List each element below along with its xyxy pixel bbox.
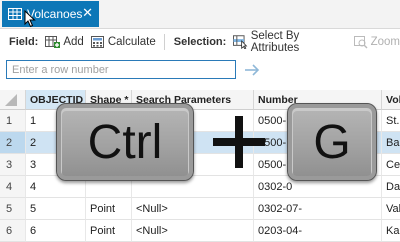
selection-label: Selection: <box>173 36 227 48</box>
volcano-cell[interactable]: Cer <box>382 154 400 176</box>
field-label: Field: <box>9 36 39 48</box>
search-parameters-cell[interactable]: <Null> <box>132 220 254 242</box>
volcano-cell[interactable]: Bal <box>382 132 400 154</box>
calculator-icon <box>90 35 104 48</box>
tab-strip: Volcanoes ✕ <box>0 0 400 29</box>
go-to-row-bar <box>0 58 400 82</box>
select-by-attributes-icon <box>233 35 248 49</box>
volcano-cell[interactable]: Kar <box>382 220 400 242</box>
zoom-to-selection-button[interactable]: Zoom <box>353 35 400 49</box>
plus-icon <box>213 116 265 168</box>
column-header-volcano[interactable]: Vol <box>382 90 400 110</box>
g-keycap: G <box>287 103 377 181</box>
objectid-cell[interactable]: 6 <box>26 220 86 242</box>
calculate-button[interactable]: Calculate <box>90 35 156 49</box>
select-by-attributes-button[interactable]: Select By Attributes <box>233 30 346 54</box>
volcano-cell[interactable]: St. <box>382 110 400 132</box>
row-number-input[interactable] <box>6 60 236 79</box>
shape-cell[interactable]: Point <box>86 220 132 242</box>
calculate-label: Calculate <box>107 36 156 48</box>
ctrl-keycap: Ctrl <box>56 103 194 181</box>
number-cell[interactable]: 0302-07- <box>254 198 382 220</box>
table-icon <box>8 8 22 20</box>
zoom-icon <box>353 35 368 48</box>
arrow-right-icon[interactable] <box>244 63 260 77</box>
row-header-corner[interactable] <box>0 90 26 110</box>
table-row[interactable]: 5 5 Point <Null> 0302-07- Vak <box>0 198 400 220</box>
ctrl-key-label: Ctrl <box>87 115 163 169</box>
volcano-cell[interactable]: Vak <box>382 198 400 220</box>
tab-volcanoes[interactable]: Volcanoes ✕ <box>2 1 99 27</box>
add-field-icon <box>45 35 61 48</box>
close-icon[interactable]: ✕ <box>82 6 93 20</box>
shape-cell[interactable]: Point <box>86 198 132 220</box>
zoom-label: Zoom <box>370 36 400 48</box>
attribute-toolbar: Field: Add Calculate Selection: Select B… <box>0 29 400 55</box>
row-number[interactable]: 4 <box>0 176 26 198</box>
table-row[interactable]: 6 6 Point <Null> 0203-04- Kar <box>0 220 400 242</box>
number-cell[interactable]: 0203-04- <box>254 220 382 242</box>
row-number[interactable]: 5 <box>0 198 26 220</box>
add-label: Add <box>63 36 84 48</box>
add-field-button[interactable]: Add <box>45 35 84 49</box>
g-key-label: G <box>313 115 351 169</box>
objectid-cell[interactable]: 5 <box>26 198 86 220</box>
volcano-cell[interactable]: Dac <box>382 176 400 198</box>
select-by-attributes-label: Select By Attributes <box>250 30 300 54</box>
mouse-cursor-icon <box>24 10 36 28</box>
row-number[interactable]: 2 <box>0 132 26 154</box>
search-parameters-cell[interactable]: <Null> <box>132 198 254 220</box>
select-all-icon <box>5 94 17 106</box>
row-number[interactable]: 1 <box>0 110 26 132</box>
row-number[interactable]: 6 <box>0 220 26 242</box>
toolbar-divider <box>163 34 165 50</box>
row-number[interactable]: 3 <box>0 154 26 176</box>
